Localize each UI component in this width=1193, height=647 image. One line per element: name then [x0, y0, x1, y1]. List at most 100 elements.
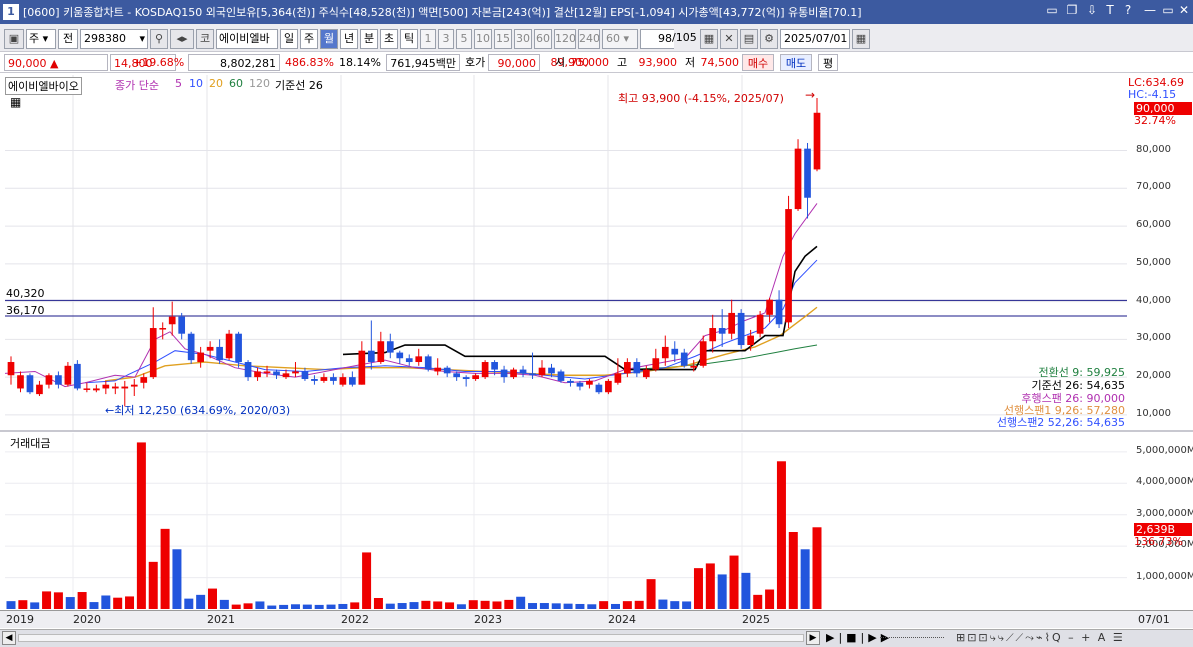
volume-ratio: 486.83% [285, 56, 334, 69]
candle-body [263, 371, 271, 373]
minute-120[interactable]: 120 [554, 29, 576, 49]
volume-scale[interactable]: 1,000,000M 2,000,000M 3,000,000M 4,000,000M… [1128, 433, 1193, 609]
restore-icon[interactable]: ❐ [1064, 3, 1080, 17]
candle-body [737, 312, 745, 346]
price-chart-svg [4, 75, 1127, 430]
volume-bar [445, 602, 455, 609]
speaker-icon[interactable]: ◂▸ [170, 29, 194, 49]
volume-bar [6, 601, 16, 609]
scroll-right-icon[interactable]: ▶ [806, 631, 820, 645]
candle-body [642, 369, 650, 378]
candle-body [680, 352, 688, 366]
volume-bar [136, 442, 146, 609]
year-label: 2024 [608, 613, 636, 626]
font-icon[interactable]: T [1102, 3, 1118, 17]
date-input[interactable]: 2025/07/01 [780, 29, 850, 49]
scroll-left-icon[interactable]: ◀ [2, 631, 16, 645]
candle-body [216, 346, 223, 361]
period-tick[interactable]: 틱 [400, 29, 418, 49]
gear-icon[interactable]: ⚙ [760, 29, 778, 49]
prev-button[interactable]: 전 [58, 29, 78, 49]
panel-divider[interactable] [0, 430, 1193, 432]
candle-body [26, 375, 34, 393]
eval-button[interactable]: 평 [818, 54, 838, 71]
market-mode-select[interactable]: 주 ▾ [26, 29, 56, 49]
zoom-slider[interactable] [880, 637, 944, 640]
volume-chart-panel[interactable]: 거래대금 [5, 433, 1127, 609]
volume-tick-label: 3,000,000M [1136, 507, 1193, 519]
pin-icon[interactable]: ⇩ [1084, 3, 1100, 17]
window-title: [0600] 키움종합차트 - KOSDAQ150 외국인보유[5,364(천)… [23, 6, 862, 19]
minute-1[interactable]: 1 [420, 29, 436, 49]
price-chart-panel[interactable]: 에이비엘바이오 ▦ 종가 단순 5 10 20 60 120 기준선 26 최고… [4, 75, 1127, 430]
period-minute[interactable]: 분 [360, 29, 378, 49]
volume-bar [634, 600, 644, 609]
close-icon[interactable]: ✕ [1176, 3, 1192, 17]
minute-3[interactable]: 3 [438, 29, 454, 49]
low-price: 74,500 [700, 56, 740, 69]
period-week[interactable]: 주 [300, 29, 318, 49]
candle-body [102, 384, 110, 389]
volume-bar [397, 603, 407, 609]
volume-bar [421, 600, 431, 609]
ma120-label: 120 [249, 77, 270, 90]
interval-select[interactable]: 60 ▾ [602, 29, 638, 49]
candle-body [396, 352, 404, 359]
horizontal-scrollbar[interactable] [18, 634, 804, 642]
drawing-tools[interactable]: ⊞⊡⊡⤷⤷⟋⟋⤳⌁⌇Q – + A ☰ [956, 631, 1125, 645]
buy-button[interactable]: 매수 [742, 54, 774, 71]
candle-body [424, 356, 432, 370]
period-month[interactable]: 월 [320, 29, 338, 49]
price-tick-label: 60,000 [1136, 219, 1171, 231]
help-icon[interactable]: ? [1120, 3, 1136, 17]
period-second[interactable]: 초 [380, 29, 398, 49]
volume-bar [255, 601, 265, 609]
minute-240[interactable]: 240 [578, 29, 600, 49]
candle-body [567, 380, 574, 383]
hline2-label: 36,170 [6, 304, 45, 317]
volume-bar [302, 604, 312, 609]
link-icon[interactable]: ▭ [1044, 3, 1060, 17]
candle-body [55, 375, 62, 385]
grid-icon[interactable]: ▦ [700, 29, 718, 49]
stock-label[interactable]: 에이비엘바이오 [5, 77, 82, 95]
crosshair-icon[interactable]: ✕ [720, 29, 738, 49]
minute-15[interactable]: 15 [494, 29, 512, 49]
kijun-line [342, 245, 818, 371]
volume-bar [658, 599, 668, 609]
year-label: 2021 [207, 613, 235, 626]
candle-body [206, 346, 214, 351]
price-tick-label: 30,000 [1136, 332, 1171, 344]
period-day[interactable]: 일 [280, 29, 298, 49]
volume-tick-label: 4,000,000M [1136, 476, 1193, 488]
save-icon[interactable]: ▤ [740, 29, 758, 49]
kijun-label: 기준선 26 [275, 79, 323, 92]
stock-name-field[interactable]: 에이비엘바 [216, 29, 278, 49]
minute-60[interactable]: 60 [534, 29, 552, 49]
count-input[interactable]: 98 [640, 29, 674, 49]
candle-body [235, 333, 242, 363]
sell-button[interactable]: 매도 [780, 54, 812, 71]
maximize-icon[interactable]: ▭ [1160, 3, 1176, 17]
minute-5[interactable]: 5 [456, 29, 472, 49]
minute-10[interactable]: 10 [474, 29, 492, 49]
price-scale[interactable]: LC:634.69 HC:-4.15 90,000 32.74% 10,000 2… [1128, 75, 1193, 430]
volume-bar [279, 604, 289, 609]
candle-body [462, 377, 470, 380]
minute-30[interactable]: 30 [514, 29, 532, 49]
stock-code-input[interactable]: 298380 ▾ [80, 29, 148, 49]
minimize-icon[interactable]: — [1142, 3, 1158, 17]
volume-bar [705, 563, 715, 609]
period-year[interactable]: 년 [340, 29, 358, 49]
chart-icon[interactable]: ▦ [10, 95, 21, 109]
candle-body [140, 377, 148, 383]
candle-body [538, 367, 546, 376]
volume-bar [800, 549, 810, 609]
search-icon[interactable]: ⚲ [150, 29, 168, 49]
volume-bar [693, 568, 703, 609]
layout-icon[interactable]: ▣ [4, 29, 24, 49]
calendar-icon[interactable]: ▦ [852, 29, 870, 49]
high-annotation: 최고 93,900 (-4.15%, 2025/07) [618, 92, 784, 105]
candle-body [529, 373, 536, 376]
candle-body [548, 367, 555, 374]
